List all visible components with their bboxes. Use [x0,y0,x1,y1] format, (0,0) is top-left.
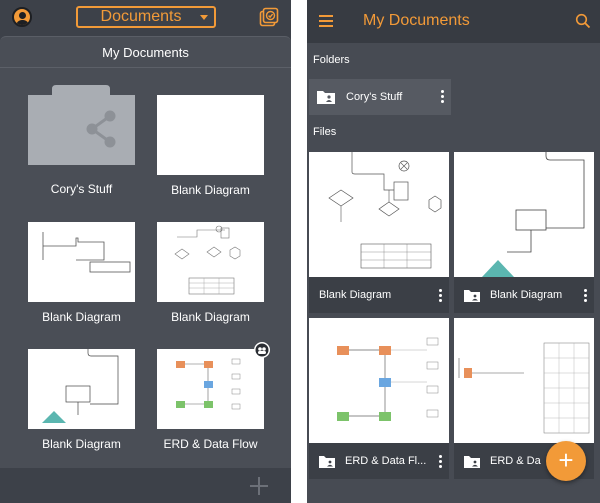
document-thumbnail [157,349,264,429]
top-bar: Documents [0,0,291,36]
folder-shared-icon [28,85,135,165]
left-screen: Documents My Documents Cory's Stuff Blan… [0,0,291,503]
document-tile[interactable]: Blank Diagram [157,95,264,203]
screen-divider [291,0,307,503]
folder-shared-icon [464,456,480,468]
document-tile[interactable]: Blank Diagram [28,349,135,457]
document-tile[interactable]: ERD & Data Flow [157,342,270,457]
file-card-footer: ERD & Data Fl... [309,443,449,479]
document-thumbnail [157,222,264,302]
tile-label: Blank Diagram [42,310,121,324]
document-thumbnail [454,318,594,443]
file-card[interactable]: ERD & Data Fl... [309,318,449,479]
file-label: ERD & Data Fl... [345,455,427,467]
document-thumbnail [454,152,594,277]
folder-tile[interactable]: Cory's Stuff [28,83,135,203]
right-screen: My Documents Folders Cory's Stuff Files [307,0,600,503]
tile-label: Cory's Stuff [50,182,113,196]
more-vert-icon[interactable] [439,289,443,303]
document-thumbnail [28,349,135,429]
more-vert-icon[interactable] [584,289,588,303]
document-thumbnail [157,95,264,175]
more-vert-icon[interactable] [439,455,443,469]
tile-label: ERD & Data Flow [163,437,258,451]
tile-label: Blank Diagram [42,437,121,451]
folder-shared-icon [464,290,480,302]
file-label: Blank Diagram [490,289,563,301]
file-card[interactable]: Blank Diagram [454,152,594,313]
document-thumbnail [28,222,135,302]
search-icon[interactable] [575,13,591,29]
folder-label: Cory's Stuff [346,91,403,103]
file-card-footer: Blank Diagram [454,277,594,313]
tile-label: Blank Diagram [171,310,250,324]
folder-shared-icon [319,456,335,468]
page-title: My Documents [363,12,470,29]
documents-dropdown-label: Documents [100,8,182,25]
documents-dropdown[interactable]: Documents [76,6,216,28]
file-label: Blank Diagram [319,289,392,301]
add-fab-button[interactable]: + [546,441,586,481]
panel-title: My Documents [102,45,189,60]
document-thumbnail [309,318,449,443]
document-thumbnail [309,152,449,277]
folder-shared-icon [317,91,335,104]
tile-label: Blank Diagram [171,183,250,197]
document-tile[interactable]: Blank Diagram [157,222,264,330]
menu-icon[interactable] [319,15,333,27]
files-heading: Files [313,126,337,138]
chevron-down-icon [200,15,208,20]
folders-heading: Folders [313,54,350,66]
plus-icon[interactable] [250,477,268,495]
file-label: ERD & Da [490,455,541,467]
document-tile[interactable]: Blank Diagram [28,222,135,330]
file-card-footer: Blank Diagram [309,277,449,313]
bottom-bar [0,468,291,503]
divider [0,67,291,68]
sync-icon[interactable] [259,7,279,27]
top-app-bar: My Documents [307,0,600,43]
more-vert-icon[interactable] [441,90,445,104]
avatar-icon[interactable] [12,7,32,27]
folder-item[interactable]: Cory's Stuff [309,79,451,115]
file-card[interactable]: Blank Diagram [309,152,449,313]
collaborators-icon [254,342,270,358]
